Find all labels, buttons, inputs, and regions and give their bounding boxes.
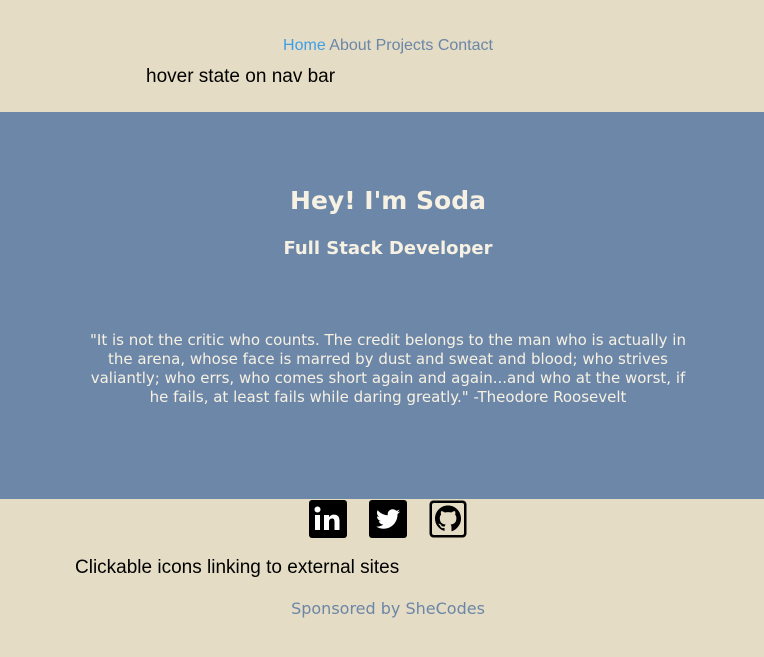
nav-bar: Home About Projects Contact [0,37,764,55]
nav-hover-note: hover state on nav bar [146,66,336,87]
hero-title: Hey! I'm Soda [290,186,486,215]
header: Home About Projects Contact hover state … [0,0,764,112]
hero-section: Hey! I'm Soda Full Stack Developer "It i… [0,112,764,499]
footer-shecodes-link[interactable]: SheCodes [405,599,484,618]
twitter-icon[interactable] [368,499,408,539]
hero-quote: "It is not the critic who counts. The cr… [90,331,686,406]
github-icon[interactable] [428,499,468,539]
nav-projects-link[interactable]: Projects [376,37,434,54]
nav-home-link[interactable]: Home [283,37,326,54]
social-icons [0,499,764,539]
linkedin-icon[interactable] [308,499,348,539]
icons-note: Clickable icons linking to external site… [75,557,400,578]
hero-subtitle: Full Stack Developer [283,238,493,259]
nav-about-link[interactable]: About [329,37,371,54]
footer: Sponsored by SheCodes [0,599,764,618]
nav-contact-link[interactable]: Contact [438,37,493,54]
footer-prefix: Sponsored by [291,599,406,618]
